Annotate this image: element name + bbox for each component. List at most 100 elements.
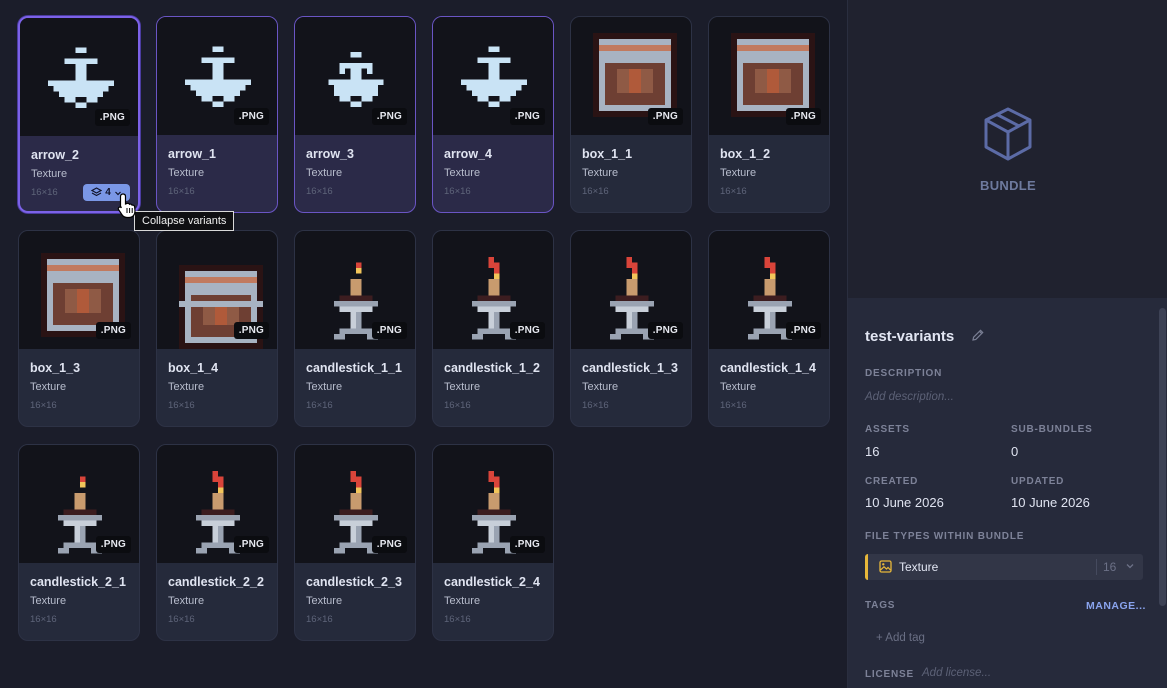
- asset-dimensions: 16×16: [720, 400, 747, 411]
- asset-type: Texture: [31, 168, 68, 180]
- created-value: 10 June 2026: [865, 495, 944, 510]
- asset-name: arrow_3: [306, 147, 354, 161]
- bundle-label: BUNDLE: [980, 178, 1036, 193]
- asset-dimensions: 16×16: [720, 186, 747, 197]
- asset-grid: .PNG arrow_2 Texture 16×16 4 .PNG arrow_…: [0, 0, 846, 688]
- filetypes-label: FILE TYPES WITHIN BUNDLE: [865, 531, 1025, 542]
- cube-icon: [984, 107, 1032, 161]
- asset-card[interactable]: .PNG candlestick_2_1 Texture 16×16: [18, 444, 140, 641]
- asset-card[interactable]: .PNG candlestick_2_3 Texture 16×16: [294, 444, 416, 641]
- asset-dimensions: 16×16: [444, 400, 471, 411]
- divider: [1096, 559, 1097, 575]
- asset-name: box_1_3: [30, 361, 81, 375]
- assets-label: ASSETS: [865, 424, 910, 435]
- asset-card[interactable]: .PNG box_1_4 Texture 16×16: [156, 230, 278, 427]
- asset-name: candlestick_2_1: [30, 575, 126, 589]
- asset-type: Texture: [168, 595, 205, 607]
- asset-name: candlestick_1_4: [720, 361, 816, 375]
- updated-value: 10 June 2026: [1011, 495, 1090, 510]
- asset-dimensions: 16×16: [30, 400, 57, 411]
- asset-card[interactable]: .PNG box_1_1 Texture 16×16: [570, 16, 692, 213]
- add-tag-button[interactable]: + Add tag: [876, 632, 925, 644]
- file-extension-badge: .PNG: [371, 322, 407, 339]
- asset-type: Texture: [720, 167, 757, 179]
- asset-name: arrow_4: [444, 147, 492, 161]
- asset-card[interactable]: .PNG candlestick_2_4 Texture 16×16: [432, 444, 554, 641]
- description-field[interactable]: Add description...: [865, 391, 954, 403]
- asset-dimensions: 16×16: [168, 400, 195, 411]
- asset-name: candlestick_1_2: [444, 361, 540, 375]
- file-extension-badge: .PNG: [647, 322, 683, 339]
- file-extension-badge: .PNG: [233, 108, 269, 125]
- file-extension-badge: .PNG: [94, 109, 130, 126]
- layers-icon: [91, 187, 103, 197]
- asset-name: candlestick_2_4: [444, 575, 540, 589]
- file-extension-badge: .PNG: [95, 536, 131, 553]
- asset-type: Texture: [306, 381, 343, 393]
- filetype-texture-row[interactable]: Texture 16: [865, 554, 1143, 580]
- asset-dimensions: 16×16: [306, 614, 333, 625]
- hand-cursor-icon: [117, 193, 136, 219]
- asset-dimensions: 16×16: [444, 614, 471, 625]
- asset-dimensions: 16×16: [30, 614, 57, 625]
- asset-card[interactable]: .PNG arrow_2 Texture 16×16 4: [18, 16, 140, 213]
- file-extension-badge: .PNG: [371, 536, 407, 553]
- asset-type: Texture: [30, 595, 67, 607]
- scrollbar[interactable]: [1159, 308, 1166, 606]
- manage-tags-link[interactable]: MANAGE...: [1086, 600, 1146, 612]
- asset-card[interactable]: .PNG arrow_3 Texture 16×16: [294, 16, 416, 213]
- asset-card[interactable]: .PNG box_1_2 Texture 16×16: [708, 16, 830, 213]
- asset-type: Texture: [444, 381, 481, 393]
- file-extension-badge: .PNG: [785, 108, 821, 125]
- asset-card[interactable]: .PNG box_1_3 Texture 16×16: [18, 230, 140, 427]
- subbundles-value: 0: [1011, 444, 1019, 459]
- image-icon: [879, 560, 892, 573]
- tags-label: TAGS: [865, 600, 896, 611]
- license-field[interactable]: Add license...: [922, 667, 991, 679]
- chevron-down-icon[interactable]: [1125, 560, 1135, 572]
- asset-type: Texture: [168, 167, 205, 179]
- created-label: CREATED: [865, 476, 919, 487]
- license-label: LICENSE: [865, 669, 914, 680]
- asset-type: Texture: [306, 167, 343, 179]
- tooltip: Collapse variants: [134, 211, 235, 231]
- filetype-name: Texture: [899, 560, 939, 574]
- file-extension-badge: .PNG: [509, 322, 545, 339]
- asset-card[interactable]: .PNG arrow_4 Texture 16×16: [432, 16, 554, 213]
- file-extension-badge: .PNG: [785, 322, 821, 339]
- asset-dimensions: 16×16: [306, 400, 333, 411]
- asset-type: Texture: [306, 595, 343, 607]
- asset-name: candlestick_2_3: [306, 575, 402, 589]
- asset-type: Texture: [444, 167, 481, 179]
- pencil-icon[interactable]: [971, 328, 985, 342]
- asset-card[interactable]: .PNG candlestick_1_1 Texture 16×16: [294, 230, 416, 427]
- asset-dimensions: 16×16: [168, 614, 195, 625]
- file-extension-badge: .PNG: [647, 108, 683, 125]
- asset-card[interactable]: .PNG candlestick_1_2 Texture 16×16: [432, 230, 554, 427]
- asset-dimensions: 16×16: [582, 186, 609, 197]
- asset-dimensions: 16×16: [582, 400, 609, 411]
- asset-name: candlestick_1_3: [582, 361, 678, 375]
- asset-dimensions: 16×16: [31, 187, 58, 198]
- asset-dimensions: 16×16: [444, 186, 471, 197]
- file-extension-badge: .PNG: [509, 108, 545, 125]
- asset-type: Texture: [168, 381, 205, 393]
- asset-card[interactable]: .PNG arrow_1 Texture 16×16: [156, 16, 278, 213]
- asset-dimensions: 16×16: [168, 186, 195, 197]
- asset-name: candlestick_2_2: [168, 575, 264, 589]
- asset-card[interactable]: .PNG candlestick_1_4 Texture 16×16: [708, 230, 830, 427]
- asset-name: arrow_1: [168, 147, 216, 161]
- asset-name: arrow_2: [31, 148, 79, 162]
- file-extension-badge: .PNG: [233, 322, 269, 339]
- asset-type: Texture: [582, 167, 619, 179]
- filetype-count: 16: [1103, 560, 1117, 574]
- bundle-title: test-variants: [865, 328, 955, 345]
- asset-type: Texture: [582, 381, 619, 393]
- file-extension-badge: .PNG: [371, 108, 407, 125]
- asset-card[interactable]: .PNG candlestick_1_3 Texture 16×16: [570, 230, 692, 427]
- subbundles-label: SUB-BUNDLES: [1011, 424, 1093, 435]
- asset-name: box_1_1: [582, 147, 633, 161]
- file-extension-badge: .PNG: [95, 322, 131, 339]
- asset-dimensions: 16×16: [306, 186, 333, 197]
- asset-card[interactable]: .PNG candlestick_2_2 Texture 16×16: [156, 444, 278, 641]
